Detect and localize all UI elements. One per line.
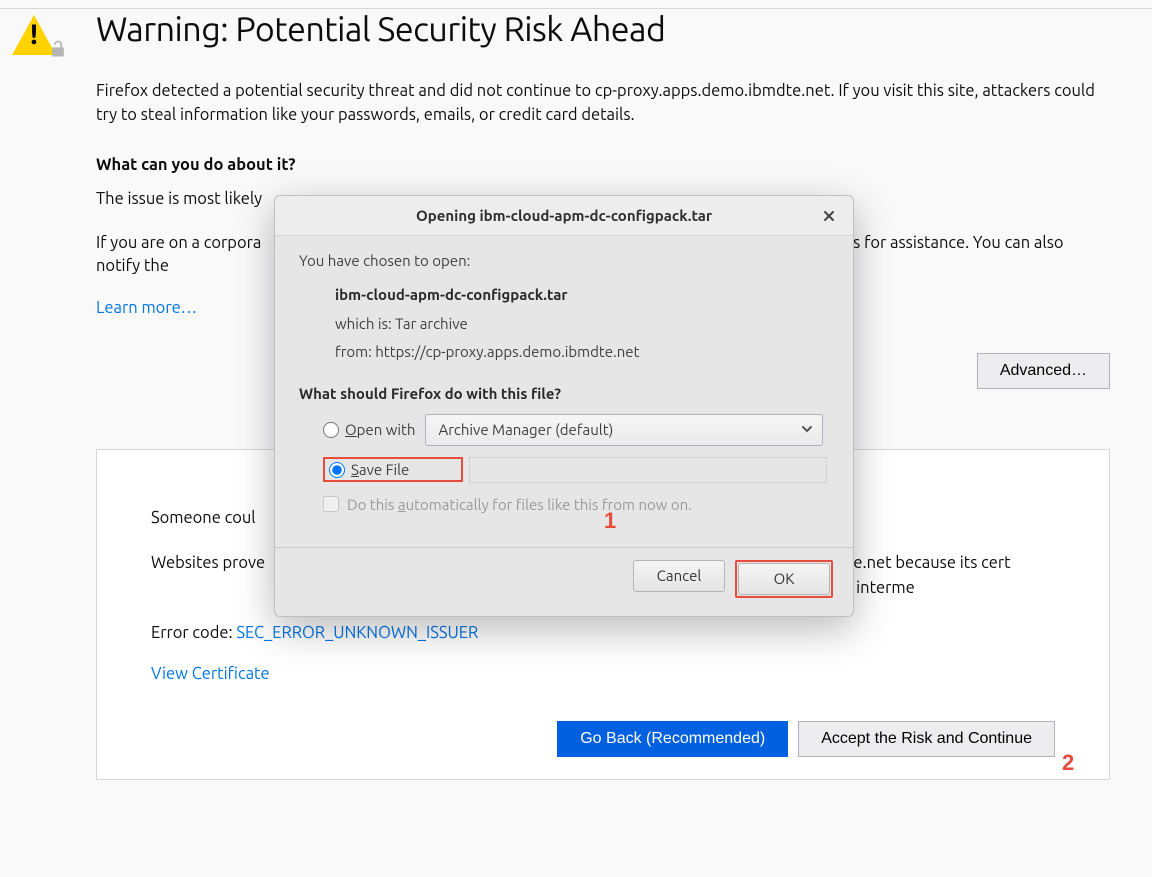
page-title: Warning: Potential Security Risk Ahead bbox=[96, 9, 1110, 50]
annotation-number-2: 2 bbox=[1062, 750, 1074, 776]
dialog-question: What should Firefox do with this file? bbox=[299, 385, 829, 402]
save-file-radio[interactable] bbox=[329, 462, 345, 478]
dialog-title: Opening ibm-cloud-apm-dc-configpack.tar bbox=[416, 207, 712, 224]
dialog-filetype: which is: Tar archive bbox=[335, 310, 829, 339]
cert-go-back-button[interactable]: Go Back (Recommended) bbox=[557, 721, 788, 757]
annotation-box-2: OK bbox=[735, 560, 833, 598]
cancel-button[interactable]: Cancel bbox=[633, 560, 725, 592]
advanced-button[interactable]: Advanced… bbox=[977, 353, 1110, 389]
learn-more-link[interactable]: Learn more… bbox=[96, 299, 197, 317]
chevron-down-icon bbox=[800, 422, 814, 439]
dialog-source: from: https://cp-proxy.apps.demo.ibmdte.… bbox=[335, 338, 829, 367]
annotation-number-1: 1 bbox=[604, 508, 616, 534]
ok-button[interactable]: OK bbox=[738, 563, 830, 595]
dialog-intro-text: You have chosen to open: bbox=[299, 252, 829, 269]
open-with-label[interactable]: Open with bbox=[345, 421, 415, 438]
warning-lead-text: Firefox detected a potential security th… bbox=[96, 80, 1106, 128]
save-file-label[interactable]: Save File bbox=[351, 461, 409, 478]
open-with-app-select[interactable]: Archive Manager (default) bbox=[425, 414, 823, 446]
error-code-line: Error code: SEC_ERROR_UNKNOWN_ISSUER bbox=[151, 621, 1055, 646]
error-code-link[interactable]: SEC_ERROR_UNKNOWN_ISSUER bbox=[236, 624, 478, 642]
do-automatically-checkbox[interactable] bbox=[323, 496, 339, 512]
download-dialog: Opening ibm-cloud-apm-dc-configpack.tar … bbox=[274, 195, 854, 617]
save-file-focus-strip bbox=[469, 457, 827, 483]
insecure-lock-icon bbox=[48, 39, 68, 59]
warning-triangle-icon: ! bbox=[12, 15, 60, 65]
dialog-filename: ibm-cloud-apm-dc-configpack.tar bbox=[335, 281, 829, 310]
open-with-radio[interactable] bbox=[323, 422, 339, 438]
close-icon[interactable] bbox=[817, 204, 841, 228]
do-automatically-label: Do this automatically for files like thi… bbox=[347, 496, 692, 513]
view-certificate-link[interactable]: View Certificate bbox=[151, 665, 270, 683]
annotation-box-1: Save File bbox=[323, 457, 463, 482]
open-with-row: Open with Archive Manager (default) bbox=[323, 414, 829, 446]
accept-risk-button[interactable]: Accept the Risk and Continue bbox=[798, 721, 1055, 757]
what-can-you-do-heading: What can you do about it? bbox=[96, 156, 1110, 174]
dialog-titlebar: Opening ibm-cloud-apm-dc-configpack.tar bbox=[275, 196, 853, 236]
